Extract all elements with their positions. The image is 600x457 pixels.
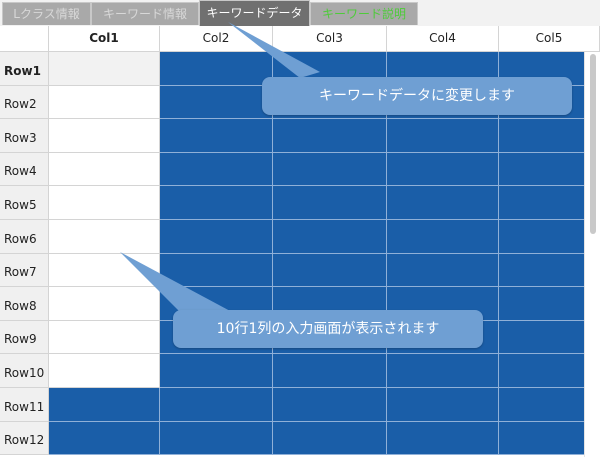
grid-callout: 10行1列の入力画面が表示されます [173, 310, 483, 348]
tab-callout-pointer [228, 22, 320, 78]
callout-pointers [120, 22, 320, 322]
tab-callout: キーワードデータに変更します [262, 77, 572, 115]
